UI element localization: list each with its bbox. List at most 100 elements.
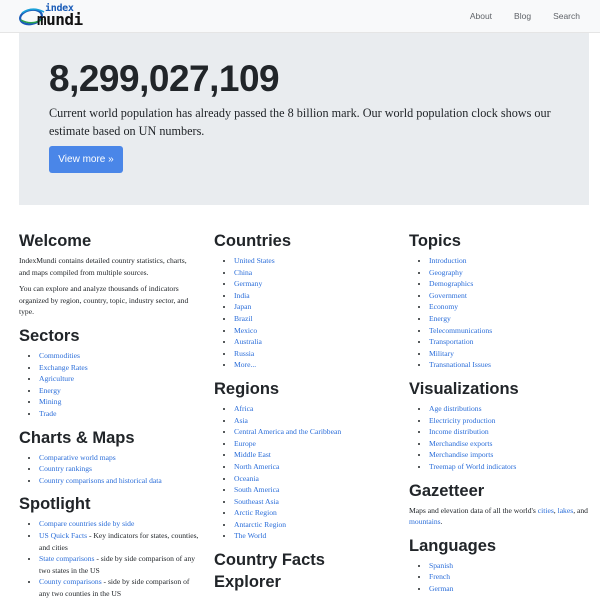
sectors-heading: Sectors: [19, 326, 80, 345]
list-item: More...: [234, 359, 394, 371]
viz-link-merchandise-exports[interactable]: Merchandise exports: [429, 439, 492, 448]
language-link-german[interactable]: German: [429, 584, 453, 593]
list-item: Commodities: [39, 350, 199, 362]
topic-link-geography[interactable]: Geography: [429, 268, 463, 277]
comparative-maps-link[interactable]: Comparative world maps: [39, 453, 116, 462]
language-link-spanish[interactable]: Spanish: [429, 561, 453, 570]
list-item: Introduction: [429, 255, 589, 267]
viz-link-age-distributions[interactable]: Age distributions: [429, 404, 482, 413]
viz-link-electricity-production[interactable]: Electricity production: [429, 416, 495, 425]
gazetteer-mountains-link[interactable]: mountains: [409, 517, 441, 526]
nav-about-link[interactable]: About: [470, 11, 492, 21]
gazetteer-heading: Gazetteer: [409, 481, 485, 500]
country-comparisons-link[interactable]: Country comparisons and historical data: [39, 476, 162, 485]
region-link-europe[interactable]: Europe: [234, 439, 256, 448]
sector-link-mining[interactable]: Mining: [39, 397, 61, 406]
sector-link-agriculture[interactable]: Agriculture: [39, 374, 74, 383]
list-item: Australia: [234, 336, 394, 348]
list-item: German: [429, 583, 589, 595]
country-link-australia[interactable]: Australia: [234, 337, 262, 346]
list-item: Trade: [39, 408, 199, 420]
viz-link-income-distribution[interactable]: Income distribution: [429, 427, 489, 436]
topic-link-transportation[interactable]: Transportation: [429, 337, 473, 346]
region-link-world[interactable]: The World: [234, 531, 266, 540]
compare-countries-link[interactable]: Compare countries side by side: [39, 519, 134, 528]
population-description: Current world population has already pas…: [49, 106, 551, 138]
navbar: index mundi About Blog Search: [0, 0, 600, 33]
list-item: Transportation: [429, 336, 589, 348]
gazetteer-lakes-link[interactable]: lakes: [558, 506, 574, 515]
list-item: Russia: [234, 348, 394, 360]
topic-link-demographics[interactable]: Demographics: [429, 279, 473, 288]
region-link-north-america[interactable]: North America: [234, 462, 279, 471]
list-item: Country comparisons and historical data: [39, 475, 199, 487]
sector-link-energy[interactable]: Energy: [39, 386, 61, 395]
county-comparisons-link[interactable]: County comparisons: [39, 577, 102, 586]
country-link-india[interactable]: India: [234, 291, 250, 300]
spotlight-list: Compare countries side by side US Quick …: [19, 518, 199, 599]
topic-link-transnational-issues[interactable]: Transnational Issues: [429, 360, 491, 369]
list-item: Southeast Asia: [234, 496, 394, 508]
gazetteer-text: Maps and elevation data of all the world…: [409, 505, 589, 528]
country-link-more[interactable]: More...: [234, 360, 256, 369]
topic-link-energy[interactable]: Energy: [429, 314, 451, 323]
country-link-mexico[interactable]: Mexico: [234, 326, 257, 335]
sectors-list: Commodities Exchange Rates Agriculture E…: [19, 350, 199, 420]
list-item: US Quick Facts - Key indicators for stat…: [39, 530, 199, 553]
country-link-brazil[interactable]: Brazil: [234, 314, 253, 323]
viz-link-merchandise-imports[interactable]: Merchandise imports: [429, 450, 493, 459]
topic-link-government[interactable]: Government: [429, 291, 467, 300]
list-item: Military: [429, 348, 589, 360]
list-item: French: [429, 571, 589, 583]
site-logo[interactable]: index mundi: [18, 3, 100, 28]
country-rankings-link[interactable]: Country rankings: [39, 464, 92, 473]
state-comparisons-link[interactable]: State comparisons: [39, 554, 94, 563]
list-item: Electricity production: [429, 415, 589, 427]
gazetteer-cities-link[interactable]: cities: [538, 506, 554, 515]
sector-link-commodities[interactable]: Commodities: [39, 351, 80, 360]
country-link-russia[interactable]: Russia: [234, 349, 254, 358]
region-link-south-america[interactable]: South America: [234, 485, 279, 494]
language-link-french[interactable]: French: [429, 572, 450, 581]
sector-link-trade[interactable]: Trade: [39, 409, 56, 418]
region-link-southeast-asia[interactable]: Southeast Asia: [234, 497, 279, 506]
country-link-germany[interactable]: Germany: [234, 279, 262, 288]
list-item: Merchandise exports: [429, 438, 589, 450]
list-item: Oceania: [234, 473, 394, 485]
us-quick-facts-link[interactable]: US Quick Facts: [39, 531, 87, 540]
topic-link-telecommunications[interactable]: Telecommunications: [429, 326, 492, 335]
region-link-asia[interactable]: Asia: [234, 416, 248, 425]
region-link-antarctic[interactable]: Antarctic Region: [234, 520, 286, 529]
topic-link-military[interactable]: Military: [429, 349, 454, 358]
list-item: Spanish: [429, 560, 589, 572]
sector-link-exchange-rates[interactable]: Exchange Rates: [39, 363, 88, 372]
list-item: China: [234, 267, 394, 279]
list-item: Geography: [429, 267, 589, 279]
region-link-central-america[interactable]: Central America and the Caribbean: [234, 427, 341, 436]
nav-search-link[interactable]: Search: [553, 11, 580, 21]
list-item: India: [234, 290, 394, 302]
list-item: Agriculture: [39, 373, 199, 385]
regions-list: Africa Asia Central America and the Cari…: [214, 403, 394, 542]
view-more-button[interactable]: View more »: [49, 146, 123, 173]
region-link-middle-east[interactable]: Middle East: [234, 450, 271, 459]
viz-link-treemap[interactable]: Treemap of World indicators: [429, 462, 516, 471]
gazetteer-text-pre: Maps and elevation data of all the world…: [409, 505, 538, 515]
list-item: Income distribution: [429, 426, 589, 438]
list-item: United States: [234, 255, 394, 267]
region-link-arctic[interactable]: Arctic Region: [234, 508, 277, 517]
topic-link-introduction[interactable]: Introduction: [429, 256, 467, 265]
list-item: Arctic Region: [234, 507, 394, 519]
topics-section: Topics Introduction Geography Demographi…: [409, 230, 589, 371]
country-link-china[interactable]: China: [234, 268, 252, 277]
list-item: State comparisons - side by side compari…: [39, 553, 199, 576]
list-item: Brazil: [234, 313, 394, 325]
region-link-oceania[interactable]: Oceania: [234, 474, 259, 483]
visualizations-section: Visualizations Age distributions Electri…: [409, 378, 589, 473]
topic-link-economy[interactable]: Economy: [429, 302, 458, 311]
nav-links: About Blog Search: [448, 0, 580, 32]
region-link-africa[interactable]: Africa: [234, 404, 253, 413]
country-link-japan[interactable]: Japan: [234, 302, 251, 311]
country-link-united-states[interactable]: United States: [234, 256, 275, 265]
nav-blog-link[interactable]: Blog: [514, 11, 531, 21]
